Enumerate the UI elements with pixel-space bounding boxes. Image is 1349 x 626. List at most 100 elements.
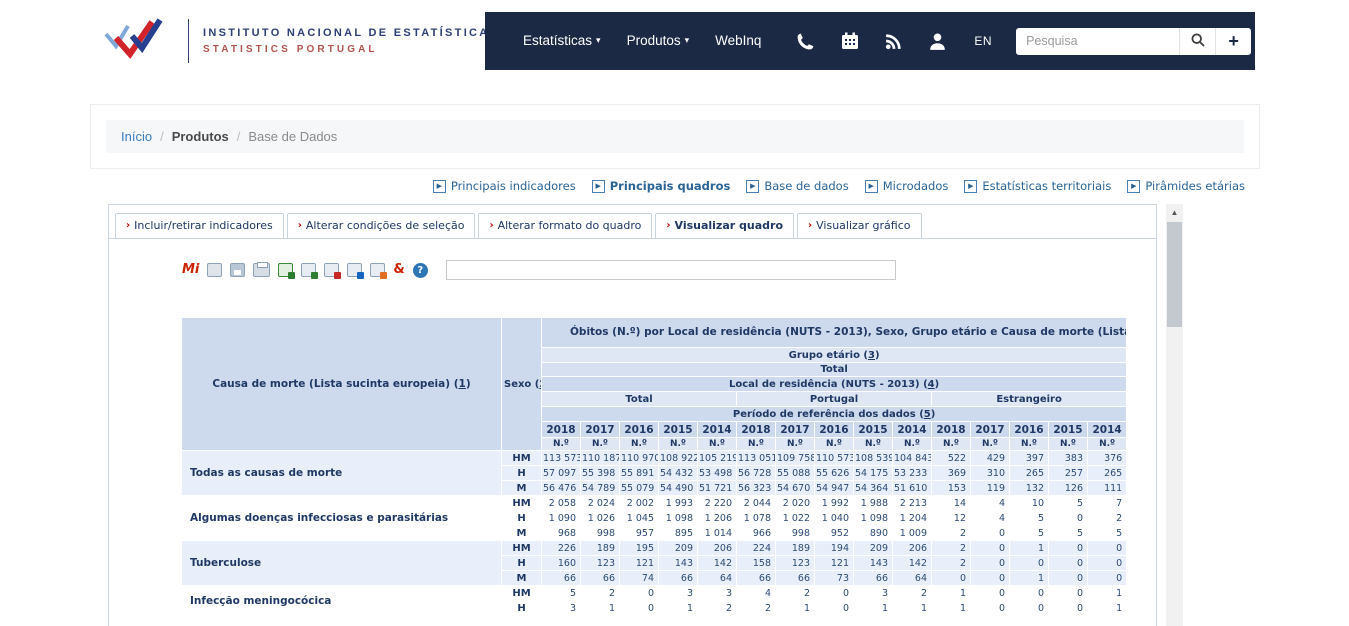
year-header[interactable]: 2016	[619, 421, 659, 438]
tab-pira-mides-eta-rias[interactable]: ▶ Pirâmides etárias	[1127, 179, 1245, 193]
unit-header: N.º	[1048, 437, 1088, 451]
view-tab-incluir-retirar-indicadores[interactable]: › Incluir/retirar indicadores	[115, 213, 284, 238]
export-image-icon[interactable]	[347, 263, 365, 279]
year-header[interactable]: 2014	[892, 421, 932, 438]
view-tab-alterar-condic-o-es-de-selec-a-o[interactable]: › Alterar condições de seleção	[286, 213, 476, 238]
value-cell: 12	[931, 510, 971, 526]
unit-header: N.º	[853, 437, 893, 451]
search-input[interactable]	[1016, 27, 1180, 55]
scroll-up-button[interactable]: ▲	[1166, 204, 1183, 221]
breadcrumb-item-ini-cio[interactable]: Início	[121, 129, 152, 144]
year-header[interactable]: 2015	[658, 421, 698, 438]
main-content: › Incluir/retirar indicadores › Alterar con…	[108, 204, 1157, 626]
metadata-icon[interactable]	[207, 263, 223, 277]
value-cell: 1	[1086, 600, 1128, 616]
year-header[interactable]: 2015	[1048, 421, 1088, 438]
excel-icon[interactable]	[278, 263, 296, 279]
toolbar-input[interactable]	[445, 260, 896, 280]
ine-logo[interactable]: Instituto Nacional de Estatística Statis…	[100, 14, 490, 67]
year-header[interactable]: 2017	[775, 421, 815, 438]
value-cell: 0	[970, 585, 1010, 601]
value-cell: 2 220	[697, 495, 737, 511]
rss-icon[interactable]	[884, 32, 903, 51]
year-header[interactable]: 2018	[541, 421, 581, 438]
year-header[interactable]: 2014	[697, 421, 737, 438]
tab-microdados[interactable]: ▶ Microdados	[864, 179, 949, 193]
value-cell: 74	[619, 570, 659, 586]
year-header[interactable]: 2017	[970, 421, 1010, 438]
breadcrumb-item-produtos[interactable]: Produtos	[172, 129, 229, 144]
header-ref-link[interactable]: 4	[928, 379, 935, 390]
scrollbar-thumb[interactable]	[1167, 222, 1182, 327]
tab-principais-indicadores[interactable]: ▶ Principais indicadores	[432, 179, 576, 193]
save-icon[interactable]	[230, 263, 246, 277]
tab-base-de-dados[interactable]: ▶ Base de dados	[746, 179, 849, 193]
value-cell: 0	[1048, 540, 1088, 556]
value-cell: 3	[541, 600, 581, 616]
tab-estati-sticas-territoriais[interactable]: ▶ Estatísticas territoriais	[964, 179, 1111, 193]
year-header[interactable]: 2017	[580, 421, 620, 438]
tab-principais-quadros[interactable]: ▶ Principais quadros	[591, 179, 730, 193]
value-cell: 2	[931, 555, 971, 571]
mi-icon[interactable]: Mi	[182, 263, 199, 277]
year-header[interactable]: 2018	[736, 421, 776, 438]
ampersand-icon[interactable]: &	[393, 263, 404, 277]
unit-header: N.º	[541, 437, 581, 451]
value-cell: 143	[658, 555, 698, 571]
nav-item-estati-sticas[interactable]: Estatísticas ▾	[523, 33, 601, 48]
nav-item-produtos[interactable]: Produtos ▾	[627, 33, 690, 48]
year-header[interactable]: 2015	[853, 421, 893, 438]
print-icon[interactable]	[253, 262, 271, 277]
value-cell: 0	[1009, 585, 1049, 601]
vertical-scrollbar[interactable]: ▲	[1166, 204, 1183, 626]
value-cell: 110 970	[619, 450, 659, 466]
year-header[interactable]: 2016	[1009, 421, 1049, 438]
value-cell: 2	[775, 585, 815, 601]
logo-title: Instituto Nacional de Estatística	[203, 26, 490, 39]
value-cell: 54 947	[814, 480, 854, 496]
user-icon[interactable]	[927, 31, 948, 52]
value-cell: 104 843	[892, 450, 932, 466]
language-toggle[interactable]: EN	[974, 34, 992, 48]
value-cell: 1	[775, 600, 815, 616]
plus-button[interactable]: +	[1215, 27, 1252, 55]
view-tab-alterar-formato-do-quadro[interactable]: › Alterar formato do quadro	[478, 213, 653, 238]
value-cell: 2 058	[541, 495, 581, 511]
unit-header: N.º	[619, 437, 659, 451]
help-icon[interactable]: ?	[412, 262, 428, 278]
tab-label: Base de dados	[764, 179, 849, 193]
table-row: Infecção meningocócica HM 5 2 0 3 3 4 2 0 3 2 1 0 0 0 1	[181, 585, 1128, 616]
header-ref-link[interactable]: 5	[924, 409, 931, 420]
value-cell: 0	[970, 600, 1010, 616]
value-cell: 0	[1009, 600, 1049, 616]
nav-item-webinq[interactable]: WebInq	[715, 33, 761, 48]
search-button[interactable]	[1179, 27, 1216, 55]
breadcrumb-separator: /	[236, 129, 241, 144]
year-header[interactable]: 2016	[814, 421, 854, 438]
tab-label: Microdados	[882, 179, 949, 193]
export-delete-icon[interactable]	[324, 263, 342, 279]
view-tab-label: Visualizar gráfico	[816, 219, 911, 232]
value-cell: 0	[1048, 510, 1088, 526]
calendar-icon[interactable]	[840, 31, 860, 51]
view-tab-label: Alterar condições de seleção	[305, 219, 465, 232]
unit-header: N.º	[814, 437, 854, 451]
value-cell: 1 992	[814, 495, 854, 511]
sexo-cell: M	[501, 570, 542, 586]
view-tab-visualizar-gra-fico[interactable]: › Visualizar gráfico	[797, 213, 922, 238]
value-cell: 0	[931, 570, 971, 586]
view-tab-visualizar-quadro[interactable]: › Visualizar quadro	[655, 213, 794, 238]
header-ref-link[interactable]: 3	[868, 350, 875, 361]
region-header-total: Total	[541, 391, 737, 407]
value-cell: 54 432	[658, 465, 698, 481]
header-ref-link[interactable]: 1	[459, 378, 466, 390]
logo-divider	[188, 18, 189, 63]
value-cell: 119	[970, 480, 1010, 496]
export-csv-icon[interactable]	[301, 263, 319, 279]
table-row: Todas as causas de morte HM 113 573 110 187…	[181, 450, 1128, 496]
year-header[interactable]: 2014	[1086, 421, 1128, 438]
value-cell: 53 498	[697, 465, 737, 481]
phone-icon[interactable]	[795, 31, 816, 52]
chart-export-icon[interactable]	[370, 263, 388, 279]
year-header[interactable]: 2018	[931, 421, 971, 438]
